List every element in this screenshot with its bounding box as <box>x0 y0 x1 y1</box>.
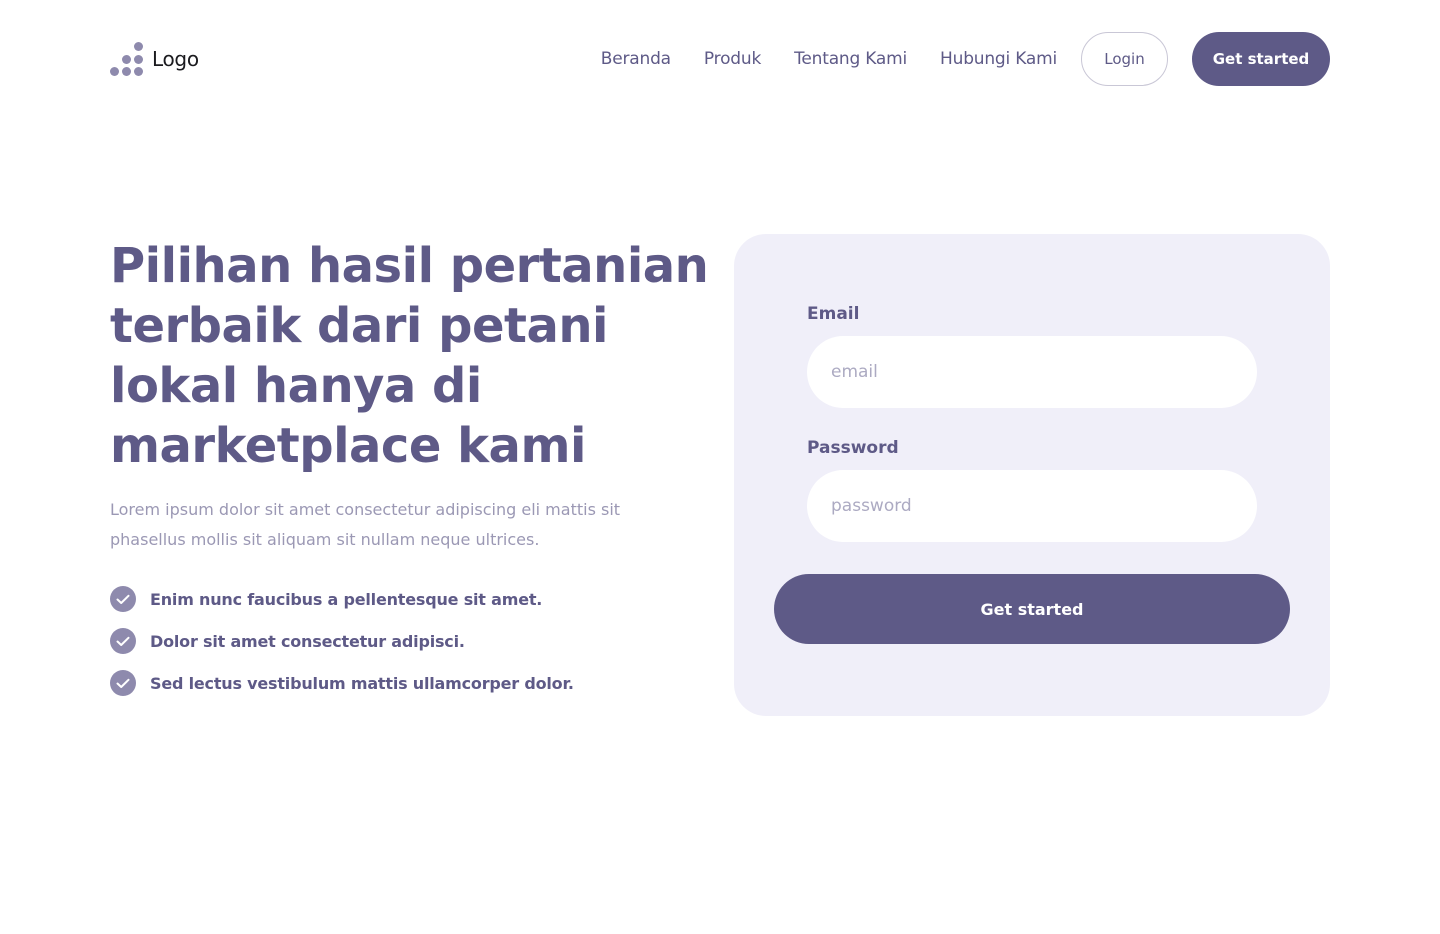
password-label: Password <box>807 438 899 458</box>
hero-title: Pilihan hasil pertanian terbaik dari pet… <box>110 238 709 474</box>
feature-item: Enim nunc faucibus a pellentesque sit am… <box>110 586 574 612</box>
email-label: Email <box>807 304 860 324</box>
nav-link-hubungi-kami[interactable]: Hubungi Kami <box>940 49 1057 69</box>
check-circle-icon <box>110 586 136 612</box>
get-started-submit-button[interactable]: Get started <box>774 574 1290 644</box>
get-started-nav-button[interactable]: Get started <box>1192 32 1330 86</box>
logo-text: Logo <box>152 47 199 71</box>
password-field[interactable] <box>807 470 1257 542</box>
login-button[interactable]: Login <box>1081 32 1168 86</box>
main-nav: Beranda Produk Tentang Kami Hubungi Kami… <box>601 32 1330 86</box>
landing-page: Logo Beranda Produk Tentang Kami Hubungi… <box>0 0 1440 934</box>
hero-description: Lorem ipsum dolor sit amet consectetur a… <box>110 500 621 549</box>
feature-item: Dolor sit amet consectetur adipisci. <box>110 628 574 654</box>
feature-text: Enim nunc faucibus a pellentesque sit am… <box>150 589 543 609</box>
feature-item: Sed lectus vestibulum mattis ullamcorper… <box>110 670 574 696</box>
signup-form-card: Email Password Get started <box>734 234 1330 716</box>
check-circle-icon <box>110 670 136 696</box>
nav-link-produk[interactable]: Produk <box>704 49 761 69</box>
check-circle-icon <box>110 628 136 654</box>
email-field[interactable] <box>807 336 1257 408</box>
nav-link-beranda[interactable]: Beranda <box>601 49 671 69</box>
feature-text: Sed lectus vestibulum mattis ullamcorper… <box>150 673 574 693</box>
header: Logo Beranda Produk Tentang Kami Hubungi… <box>110 32 1330 86</box>
feature-list: Enim nunc faucibus a pellentesque sit am… <box>110 586 574 712</box>
dots-logo-icon <box>110 42 144 76</box>
logo[interactable]: Logo <box>110 42 199 76</box>
nav-link-tentang-kami[interactable]: Tentang Kami <box>794 49 907 69</box>
feature-text: Dolor sit amet consectetur adipisci. <box>150 631 465 651</box>
